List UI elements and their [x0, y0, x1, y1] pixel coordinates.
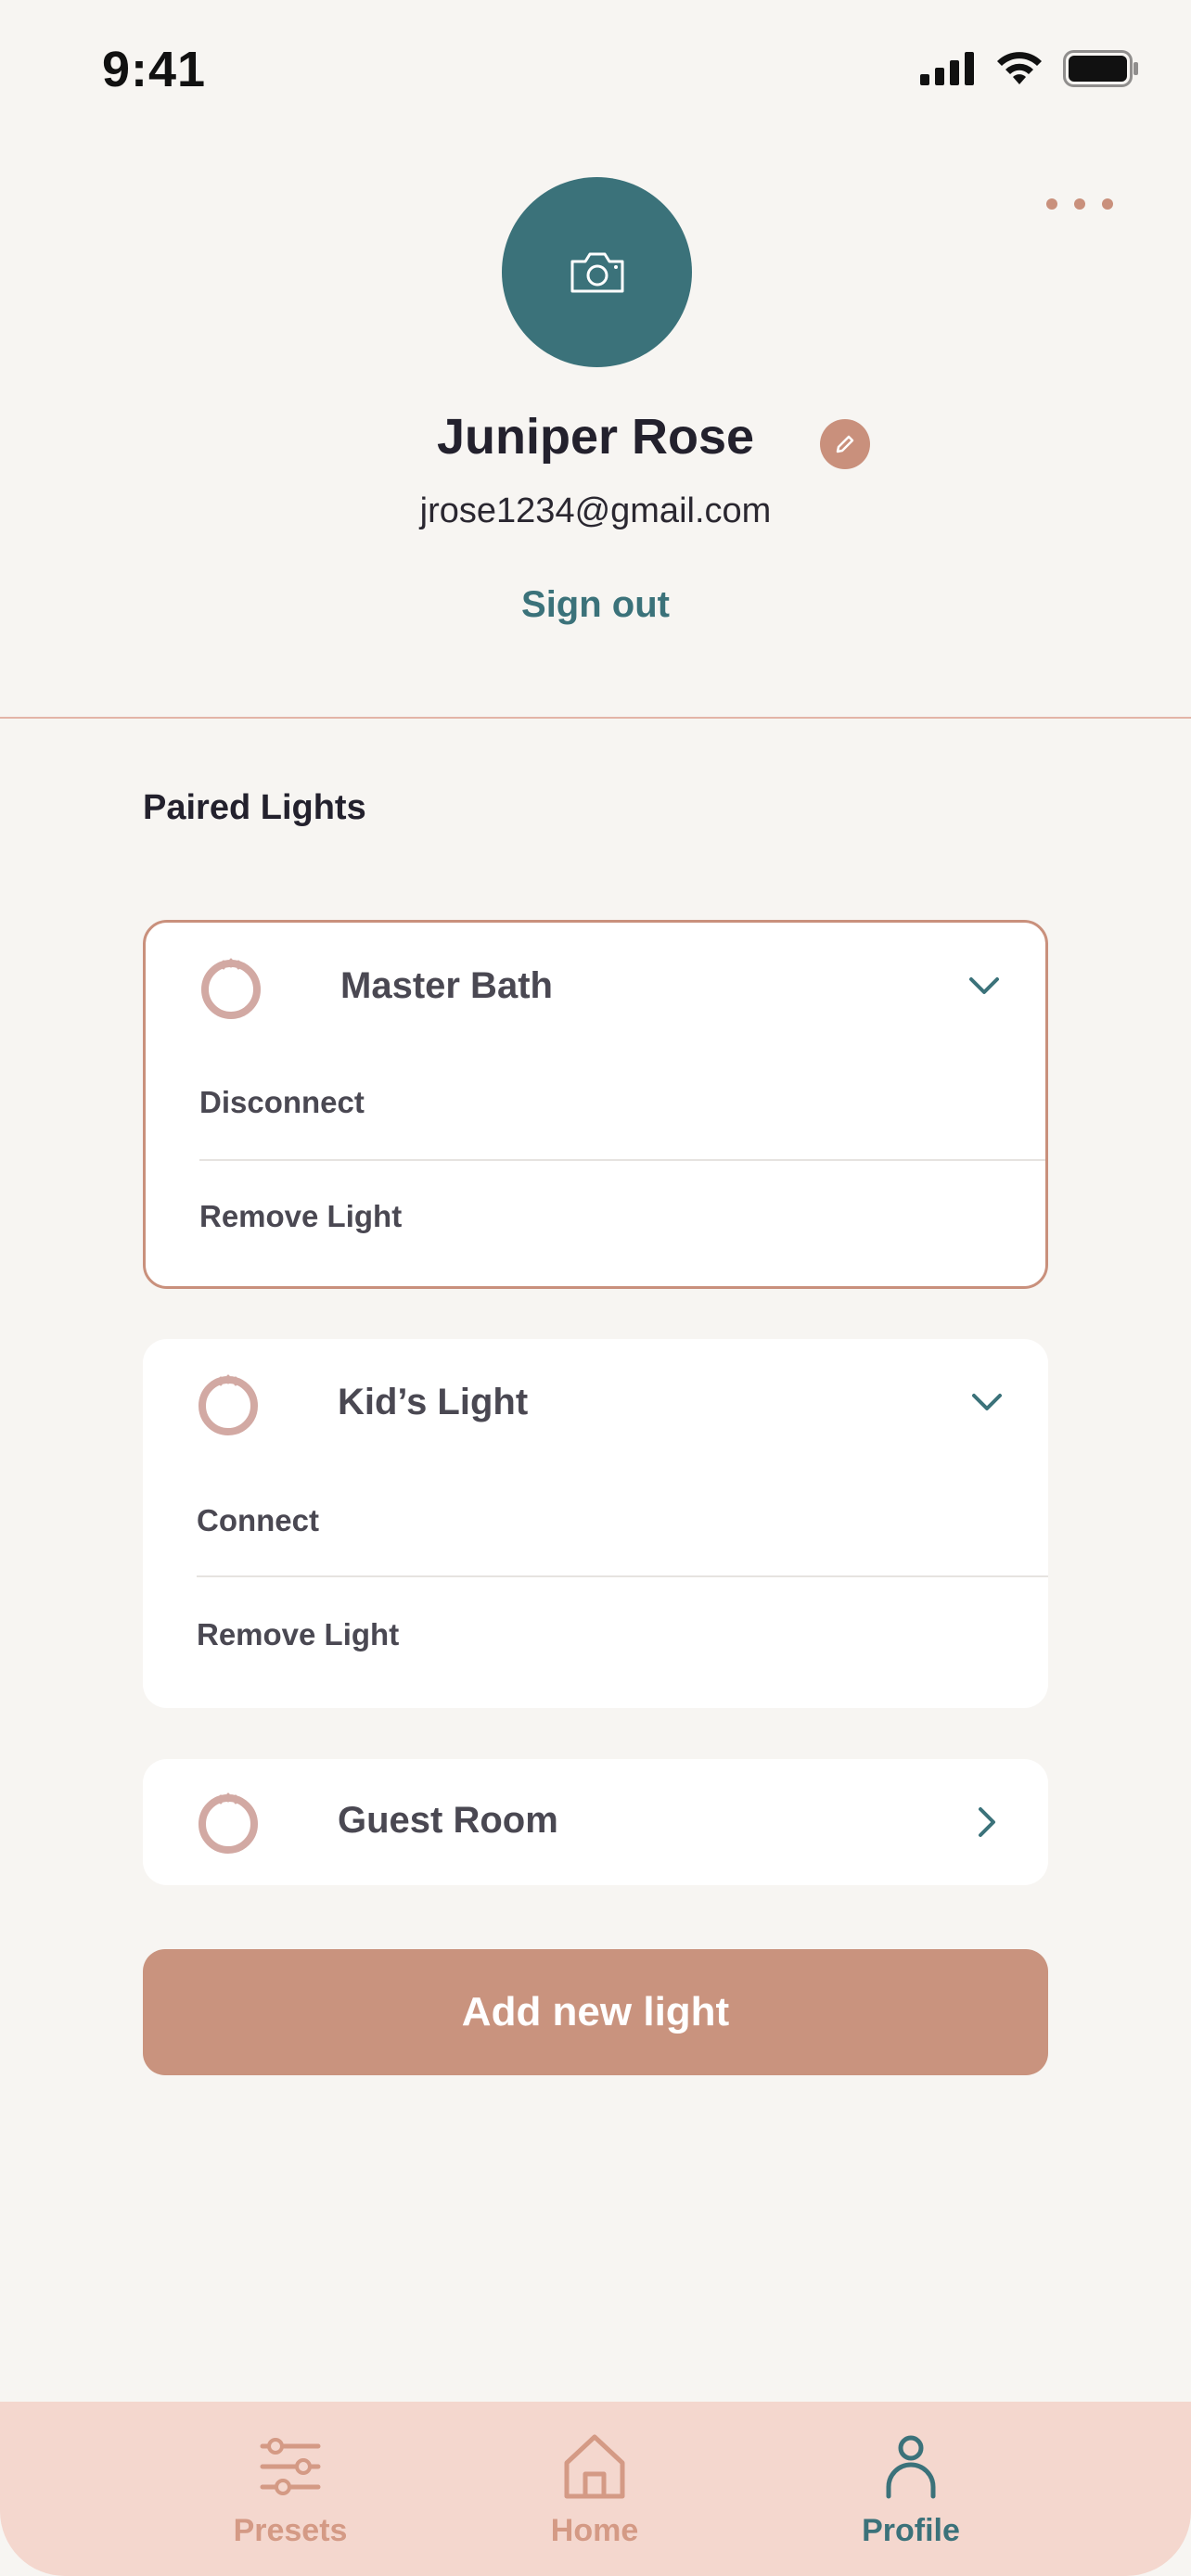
status-icons [920, 50, 1139, 87]
chevron-right-icon [979, 1807, 995, 1837]
pencil-icon [836, 435, 854, 453]
battery-icon [1063, 50, 1138, 87]
edit-name-button[interactable] [820, 419, 870, 469]
disconnect-button[interactable]: Disconnect [199, 1085, 365, 1120]
light-card-header[interactable]: Master Bath [146, 923, 1045, 1052]
card-divider [197, 1575, 1048, 1577]
tab-home[interactable]: Home [474, 2402, 715, 2576]
avatar-photo-button[interactable] [502, 177, 692, 367]
light-card-kids-light: Kid’s Light Connect Remove Light [143, 1339, 1048, 1708]
section-title: Paired Lights [143, 788, 366, 827]
user-email: jrose1234@gmail.com [419, 491, 772, 530]
sliders-icon [260, 2438, 321, 2495]
home-icon [564, 2434, 625, 2499]
light-name: Guest Room [338, 1800, 558, 1841]
cellular-signal-icon [920, 52, 974, 85]
tab-label: Profile [862, 2513, 960, 2548]
profile-screen: 9:41 Juniper Rose jrose1234@gmail.com Si… [0, 0, 1191, 2576]
card-divider [199, 1159, 1045, 1161]
wifi-icon [997, 52, 1042, 84]
status-time: 9:41 [102, 42, 207, 97]
tab-label: Home [550, 2513, 639, 2548]
light-name: Kid’s Light [338, 1382, 529, 1422]
light-name: Master Bath [340, 965, 553, 1006]
light-ring-icon [198, 1374, 258, 1435]
sign-out-link[interactable]: Sign out [0, 584, 1191, 626]
person-icon [886, 2435, 936, 2499]
light-ring-icon [198, 1792, 258, 1854]
tab-bar: Presets Home Profile [0, 2402, 1191, 2576]
light-card-guest-room[interactable]: Guest Room [143, 1759, 1048, 1885]
remove-light-button[interactable]: Remove Light [199, 1199, 402, 1234]
user-name: Juniper Rose [436, 409, 755, 465]
light-ring-icon [201, 958, 261, 1019]
more-options-button[interactable] [1046, 185, 1113, 223]
camera-icon [570, 252, 623, 292]
status-bar: 9:41 [0, 0, 1191, 139]
light-card-header[interactable]: Kid’s Light [143, 1339, 1048, 1469]
tab-presets[interactable]: Presets [170, 2402, 411, 2576]
chevron-down-icon [969, 977, 999, 994]
dot-icon [1074, 198, 1085, 210]
divider [0, 717, 1191, 719]
tab-profile[interactable]: Profile [790, 2402, 1031, 2576]
remove-light-button[interactable]: Remove Light [197, 1617, 399, 1652]
light-card-master-bath: Master Bath Disconnect Remove Light [143, 920, 1048, 1289]
dot-icon [1046, 198, 1057, 210]
add-new-light-button[interactable]: Add new light [143, 1949, 1048, 2075]
chevron-down-icon [972, 1394, 1002, 1410]
connect-button[interactable]: Connect [197, 1503, 319, 1538]
tab-label: Presets [233, 2513, 348, 2548]
dot-icon [1102, 198, 1113, 210]
